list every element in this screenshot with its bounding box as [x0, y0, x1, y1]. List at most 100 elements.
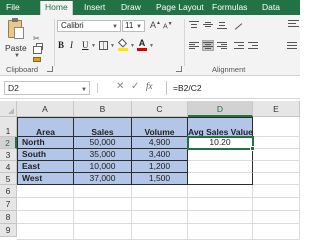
cell-c5[interactable]: 1,500 — [132, 173, 188, 185]
cell-c1[interactable]: Volume — [132, 117, 188, 137]
cell-a8[interactable] — [17, 211, 74, 224]
cell-e3[interactable] — [253, 149, 300, 161]
cell-b8[interactable] — [74, 211, 132, 224]
cell-a3[interactable]: South — [17, 149, 74, 161]
cell-e5[interactable] — [253, 173, 300, 185]
cell-b3[interactable]: 35,000 — [74, 149, 132, 161]
cell-b6[interactable] — [74, 185, 132, 198]
tab-page-layout[interactable]: Page Layout — [156, 0, 204, 15]
font-color-options-icon[interactable]: ▼ — [149, 43, 154, 49]
align-left-icon[interactable] — [189, 41, 199, 50]
cell-d3[interactable] — [188, 149, 253, 161]
increase-font-size-icon[interactable]: A▲ — [150, 20, 161, 30]
cell-d9[interactable] — [188, 224, 253, 240]
align-right-icon[interactable] — [217, 41, 227, 50]
cell-c4[interactable]: 1,200 — [132, 161, 188, 173]
cell-b5[interactable]: 37,000 — [74, 173, 132, 185]
column-header-e[interactable]: E — [253, 101, 300, 117]
fill-color-icon[interactable] — [117, 38, 128, 51]
chevron-down-icon[interactable]: ▼ — [14, 53, 20, 59]
cell-c9[interactable] — [132, 224, 188, 240]
row-header-4[interactable]: 4 — [0, 161, 17, 173]
select-all-button[interactable] — [0, 101, 17, 117]
cell-b9[interactable] — [74, 224, 132, 240]
cell-e8[interactable] — [253, 211, 300, 224]
fill-color-options-icon[interactable]: ▼ — [130, 43, 135, 49]
bold-button[interactable]: B — [58, 40, 64, 51]
underline-button[interactable]: U — [82, 40, 89, 51]
font-size-select[interactable]: 11 ▼ — [122, 20, 145, 32]
cell-d5[interactable] — [188, 173, 253, 185]
font-launcher-icon[interactable] — [176, 66, 182, 72]
cell-a2[interactable]: North — [17, 137, 74, 149]
cell-d7[interactable] — [188, 198, 253, 211]
cell-a7[interactable] — [17, 198, 74, 211]
cell-c8[interactable] — [132, 211, 188, 224]
decrease-font-size-icon[interactable]: A▼ — [163, 21, 173, 30]
formula-input[interactable]: =B2/C2 — [166, 81, 300, 95]
cut-icon[interactable]: ✂ — [33, 35, 42, 43]
cell-d1[interactable]: Avg Sales Value — [188, 117, 253, 137]
font-color-icon[interactable]: A — [137, 38, 147, 51]
row-header-3[interactable]: 3 — [0, 149, 17, 161]
middle-align-icon[interactable] — [203, 20, 213, 29]
font-name-select[interactable]: Calibri ▼ — [57, 20, 121, 32]
cell-e2[interactable] — [253, 137, 300, 149]
cell-a9[interactable] — [17, 224, 74, 240]
copy-icon[interactable] — [33, 46, 42, 54]
row-header-9[interactable]: 9 — [0, 224, 17, 237]
cell-b2[interactable]: 50,000 — [74, 137, 132, 149]
paste-button[interactable]: Paste ▼ — [4, 18, 27, 59]
cancel-icon[interactable]: ✕ — [116, 81, 124, 92]
tab-formulas[interactable]: Formulas — [212, 0, 247, 15]
row-header-1[interactable]: 1 — [0, 117, 17, 137]
tab-home[interactable]: Home — [40, 1, 73, 15]
cell-b4[interactable]: 10,000 — [74, 161, 132, 173]
column-header-a[interactable]: A — [17, 101, 74, 117]
bottom-align-icon[interactable] — [217, 20, 227, 29]
cell-c2[interactable]: 4,900 — [132, 137, 188, 149]
orientation-icon[interactable] — [234, 20, 244, 30]
cell-e4[interactable] — [253, 161, 300, 173]
column-header-c[interactable]: C — [132, 101, 188, 117]
cell-b7[interactable] — [74, 198, 132, 211]
cell-c3[interactable]: 3,400 — [132, 149, 188, 161]
row-header-6[interactable]: 6 — [0, 185, 17, 198]
cell-e9[interactable] — [253, 224, 300, 240]
name-box[interactable]: D2 ▼ — [4, 81, 90, 95]
row-header-2[interactable]: 2 — [0, 137, 17, 149]
merge-center-icon[interactable] — [287, 41, 297, 50]
top-align-icon[interactable] — [189, 20, 199, 29]
cell-a5[interactable]: West — [17, 173, 74, 185]
tab-insert[interactable]: Insert — [84, 0, 105, 15]
tab-draw[interactable]: Draw — [121, 0, 141, 15]
cell-d4[interactable] — [188, 161, 253, 173]
borders-icon[interactable] — [99, 41, 108, 50]
tab-file[interactable]: File — [6, 0, 20, 15]
tab-data[interactable]: Data — [262, 0, 280, 15]
row-header-7[interactable]: 7 — [0, 198, 17, 211]
column-header-b[interactable]: B — [74, 101, 132, 117]
wrap-text-icon[interactable] — [287, 18, 300, 29]
cell-a4[interactable]: East — [17, 161, 74, 173]
increase-indent-icon[interactable] — [248, 41, 258, 50]
italic-button[interactable]: I — [70, 40, 73, 51]
borders-options-icon[interactable]: ▼ — [110, 43, 115, 49]
cell-d6[interactable] — [188, 185, 253, 198]
cell-e7[interactable] — [253, 198, 300, 211]
format-painter-icon[interactable] — [33, 57, 41, 62]
row-header-8[interactable]: 8 — [0, 211, 17, 224]
insert-function-icon[interactable]: fx — [146, 81, 153, 91]
cell-d2[interactable]: 10.20 — [188, 137, 253, 149]
clipboard-launcher-icon[interactable] — [47, 66, 53, 72]
decrease-indent-icon[interactable] — [234, 41, 244, 50]
cell-b1[interactable]: Sales — [74, 117, 132, 137]
row-header-5[interactable]: 5 — [0, 173, 17, 185]
fill-handle[interactable] — [250, 146, 255, 151]
cell-c6[interactable] — [132, 185, 188, 198]
cell-a1[interactable]: Area — [17, 117, 74, 137]
underline-options-icon[interactable]: ▼ — [91, 43, 96, 49]
cell-c7[interactable] — [132, 198, 188, 211]
cell-a6[interactable] — [17, 185, 74, 198]
cell-e6[interactable] — [253, 185, 300, 198]
